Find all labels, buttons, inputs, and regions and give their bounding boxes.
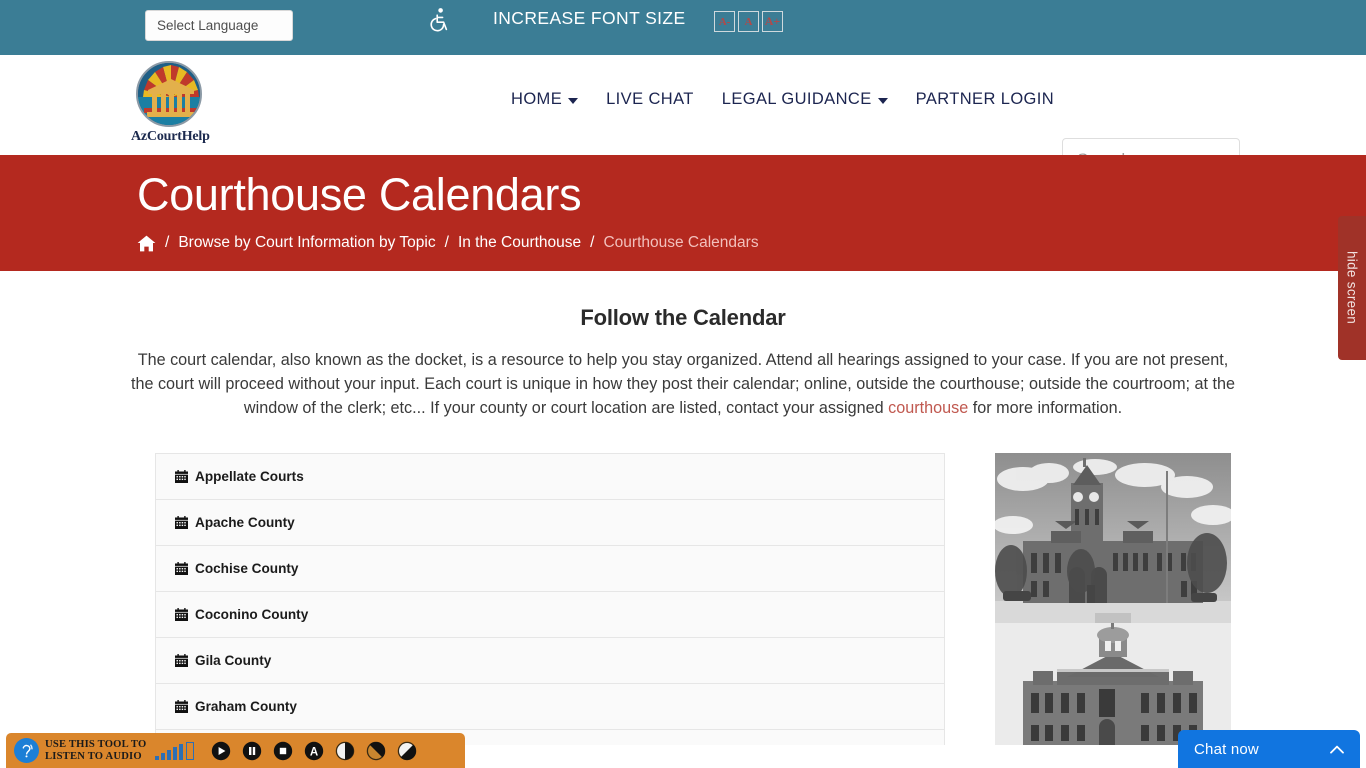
page-viewport: Select Language INCREASE FONT SIZE A- A …: [0, 0, 1366, 768]
audio-controls: A: [211, 741, 417, 761]
audio-toolbar-label: USE THIS TOOL TO LISTEN TO AUDIO: [45, 739, 146, 763]
nav-item-home[interactable]: HOME: [511, 90, 579, 109]
volume-outline-bar: [186, 741, 195, 760]
courthouse-photos: [995, 453, 1231, 745]
accordion-item-appellate-courts[interactable]: Appellate Courts: [156, 454, 944, 500]
volume-bars-icon[interactable]: [155, 741, 195, 760]
contrast-alt-icon[interactable]: [366, 741, 386, 761]
top-utility-bar: Select Language INCREASE FONT SIZE A- A …: [0, 0, 1366, 55]
chat-now-widget[interactable]: Chat now: [1178, 730, 1360, 768]
audio-accessibility-toolbar: USE THIS TOOL TO LISTEN TO AUDIO A: [6, 733, 465, 768]
nav-item-partner-login[interactable]: PARTNER LOGIN: [916, 90, 1054, 109]
accordion-item-label: Appellate Courts: [195, 469, 304, 484]
main-content: Follow the Calendar The court calendar, …: [0, 271, 1366, 745]
nav-item-live-chat[interactable]: LIVE CHAT: [606, 90, 694, 109]
font-decrease-button[interactable]: A-: [714, 11, 735, 32]
nav-item-live-chat-label: LIVE CHAT: [606, 90, 694, 108]
calendar-icon: [175, 516, 188, 529]
courthouse-link[interactable]: courthouse: [888, 399, 968, 417]
chevron-down-icon: [568, 97, 579, 104]
breadcrumb: / Browse by Court Information by Topic /…: [137, 234, 1366, 252]
contrast-icon[interactable]: [335, 741, 355, 761]
calendar-icon: [175, 654, 188, 667]
stop-button[interactable]: [273, 741, 293, 761]
azcourthelp-logo-icon: [136, 61, 202, 127]
pause-button[interactable]: [242, 741, 262, 761]
accordion-item-graham-county[interactable]: Graham County: [156, 684, 944, 730]
language-selector[interactable]: Select Language: [145, 10, 293, 41]
hide-screen-label: hide screen: [1344, 251, 1360, 325]
nav-item-partner-login-label: PARTNER LOGIN: [915, 90, 1055, 108]
content-lower-region: Appellate Courts Apache County Cochise C…: [0, 453, 1366, 745]
intro-text-part2: for more information.: [968, 399, 1123, 417]
page-banner: Courthouse Calendars / Browse by Court I…: [0, 155, 1366, 271]
page-title: Courthouse Calendars: [137, 169, 582, 220]
section-title: Follow the Calendar: [580, 305, 786, 330]
font-reset-button[interactable]: A: [738, 11, 759, 32]
logo-wordmark: AzCourtHelp: [131, 129, 210, 144]
audio-toolbar-label-line2: LISTEN TO AUDIO: [45, 750, 142, 762]
calendar-icon: [175, 470, 188, 483]
breadcrumb-item-in-the-courthouse[interactable]: In the Courthouse: [458, 234, 581, 252]
svg-text:A: A: [310, 746, 318, 758]
accordion-item-label: Graham County: [195, 699, 297, 714]
hide-screen-tab[interactable]: hide screen: [1338, 216, 1366, 360]
site-logo[interactable]: AzCourtHelp: [131, 61, 210, 145]
chevron-down-icon: [877, 97, 888, 104]
chevron-up-icon: [1330, 745, 1344, 753]
nav-item-home-label: HOME: [511, 90, 563, 108]
breadcrumb-item-current: Courthouse Calendars: [603, 234, 759, 251]
nav-item-legal-guidance[interactable]: LEGAL GUIDANCE: [722, 90, 888, 109]
ear-icon[interactable]: [14, 738, 39, 763]
breadcrumb-separator: /: [444, 234, 449, 251]
audio-toolbar-label-line1: USE THIS TOOL TO: [45, 738, 147, 750]
calendar-icon: [175, 700, 188, 713]
play-button[interactable]: [211, 741, 231, 761]
accordion-item-gila-county[interactable]: Gila County: [156, 638, 944, 684]
site-header: AzCourtHelp HOME LIVE CHAT LEGAL GUIDANC…: [0, 55, 1366, 182]
font-size-buttons: A- A A+: [714, 11, 783, 32]
calendar-icon: [175, 608, 188, 621]
font-increase-button[interactable]: A+: [762, 11, 783, 32]
letter-a-icon[interactable]: A: [304, 741, 324, 761]
accordion-item-label: Cochise County: [195, 561, 299, 576]
wheelchair-icon[interactable]: [426, 5, 454, 35]
calendar-accordion-list: Appellate Courts Apache County Cochise C…: [155, 453, 945, 745]
breadcrumb-separator: /: [590, 234, 595, 251]
accordion-item-label: Gila County: [195, 653, 272, 668]
accordion-item-label: Apache County: [195, 515, 295, 530]
accordion-item-apache-county[interactable]: Apache County: [156, 500, 944, 546]
main-navigation: HOME LIVE CHAT LEGAL GUIDANCE PARTNER LO…: [511, 90, 1054, 109]
contrast-invert-icon[interactable]: [397, 741, 417, 761]
historic-courthouse-photo-2: [995, 623, 1231, 745]
accordion-item-cochise-county[interactable]: Cochise County: [156, 546, 944, 592]
historic-courthouse-photo-1: [995, 453, 1231, 623]
accordion-item-coconino-county[interactable]: Coconino County: [156, 592, 944, 638]
font-size-label: INCREASE FONT SIZE: [493, 8, 686, 28]
nav-item-legal-guidance-label: LEGAL GUIDANCE: [721, 90, 872, 108]
intro-paragraph: The court calendar, also known as the do…: [128, 348, 1238, 420]
home-icon[interactable]: [137, 235, 156, 252]
breadcrumb-separator: /: [165, 234, 170, 251]
breadcrumb-item-browse-by-topic[interactable]: Browse by Court Information by Topic: [178, 234, 435, 252]
chat-now-label: Chat now: [1194, 740, 1259, 758]
calendar-icon: [175, 562, 188, 575]
accordion-item-label: Coconino County: [195, 607, 309, 622]
language-selector-label: Select Language: [157, 18, 259, 33]
